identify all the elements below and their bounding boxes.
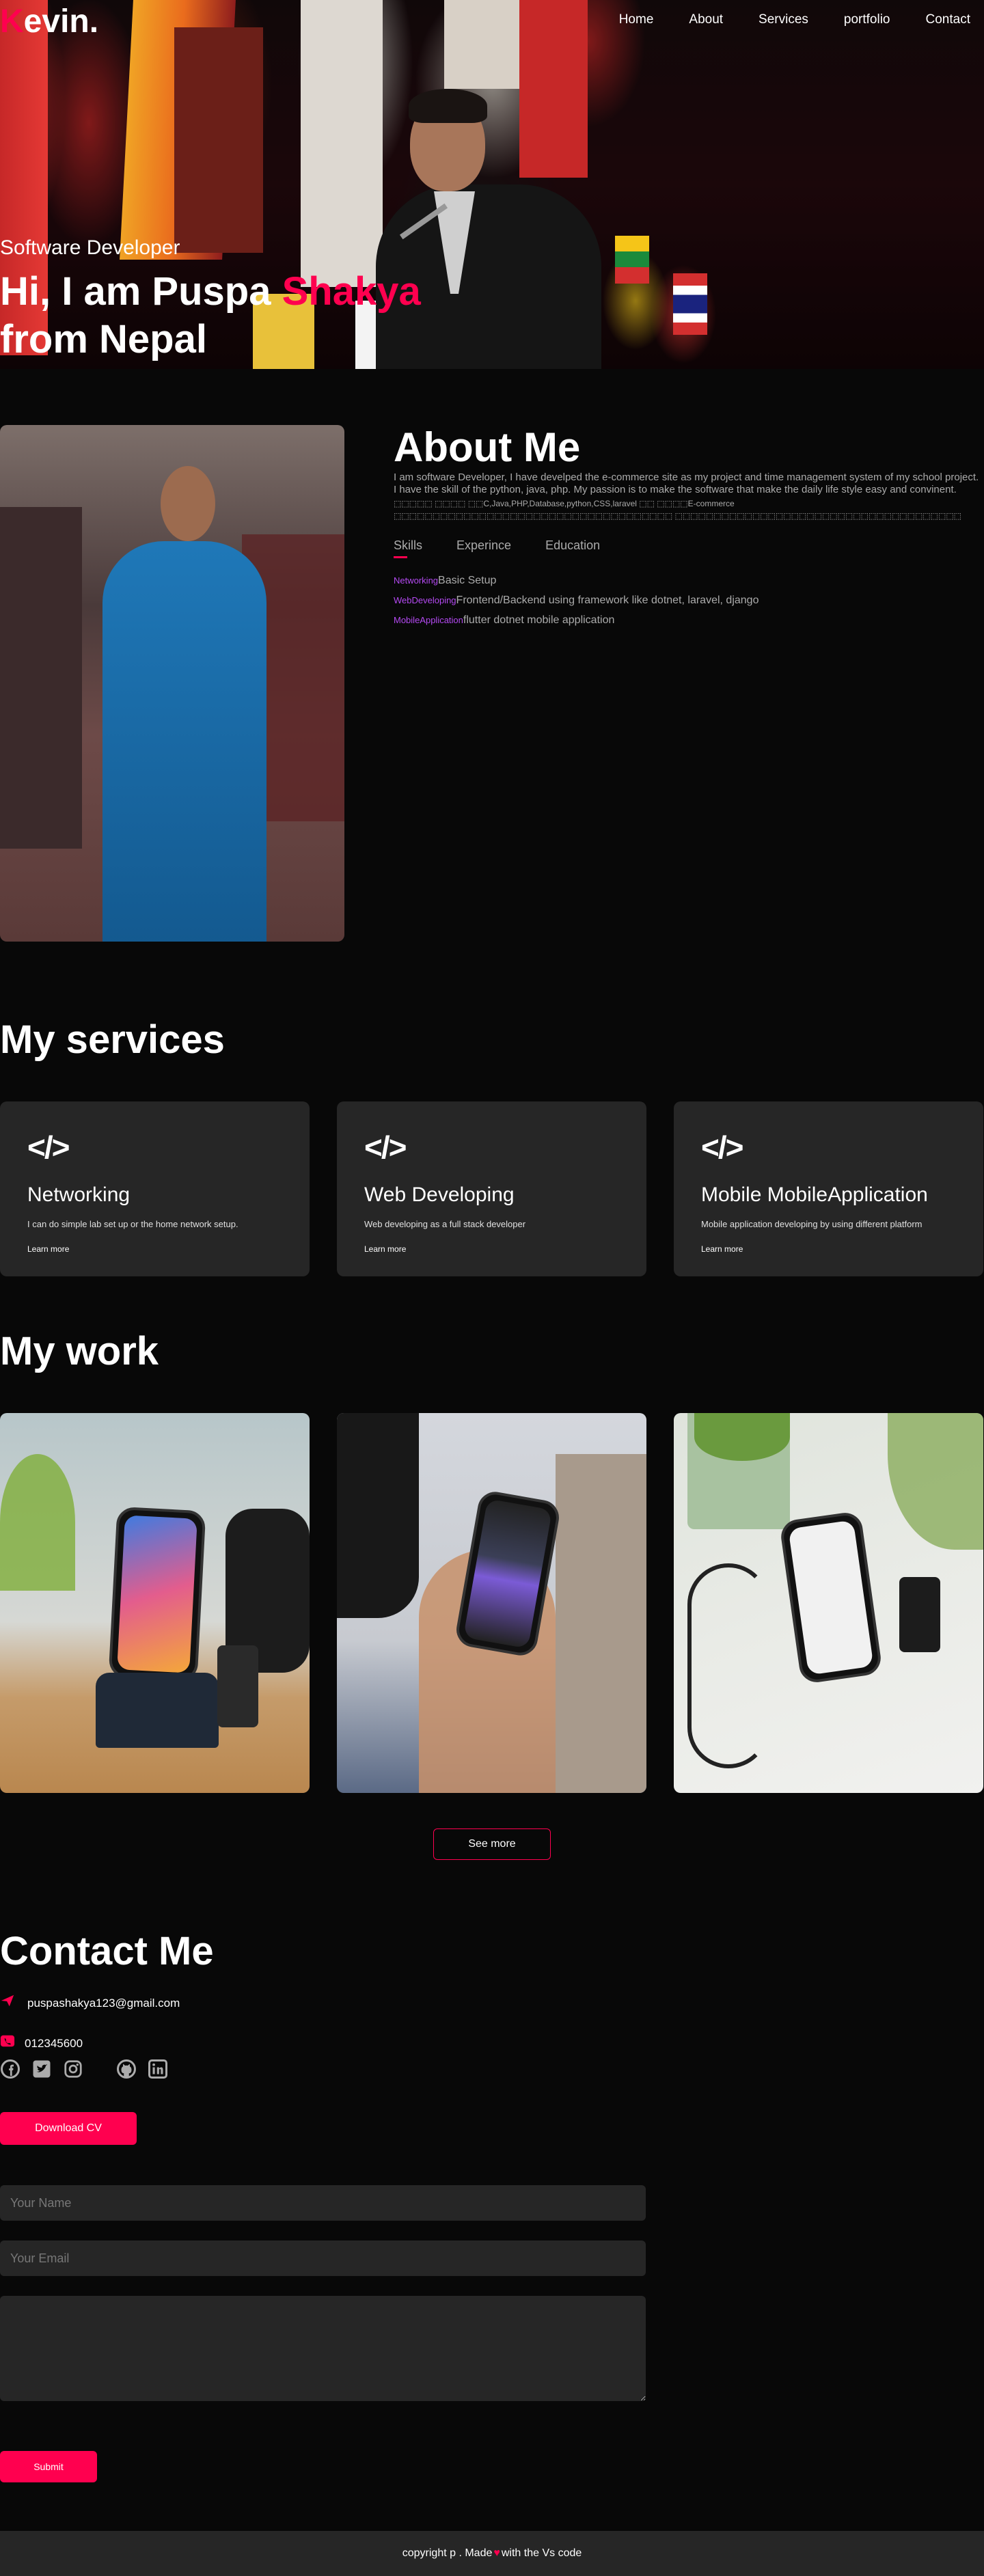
skill-tag: Networking: [394, 575, 439, 586]
skill-text: Basic Setup: [438, 575, 497, 586]
twitter-icon[interactable]: [31, 2059, 52, 2079]
tab-education[interactable]: Education: [545, 538, 600, 558]
code-icon: </>: [27, 1129, 70, 1165]
nav-link-contact[interactable]: Contact: [926, 12, 970, 27]
social-links: [0, 2059, 646, 2079]
top-nav: Kevin. Home About Services portfolio Con…: [0, 0, 984, 41]
work-gallery: [0, 1413, 984, 1793]
nav-links: Home About Services portfolio Contact: [584, 12, 970, 27]
contact-form: [0, 2185, 646, 2401]
logo[interactable]: Kevin.: [0, 3, 98, 40]
code-icon: </>: [364, 1129, 407, 1165]
skill-item: MobileApplicationflutter dotnet mobile a…: [394, 614, 984, 627]
contact-email-row: puspashakya123@gmail.com: [0, 1993, 646, 2013]
work-image-1[interactable]: [0, 1413, 310, 1793]
service-description: Mobile application developing by using d…: [701, 1219, 922, 1229]
services-grid: </> Networking I can do simple lab set u…: [0, 1101, 984, 1276]
code-icon: </>: [701, 1129, 744, 1165]
service-title: Web Developing: [364, 1183, 515, 1206]
nav-link-services[interactable]: Services: [758, 12, 808, 27]
hero-title-prefix: Hi, I am Puspa: [0, 269, 282, 314]
nav-link-portfolio[interactable]: portfolio: [844, 12, 890, 27]
message-textarea[interactable]: [0, 2296, 646, 2401]
logo-initial: K: [0, 3, 24, 40]
heart-icon: ♥: [493, 2547, 500, 2559]
footer: copyright p . Made ♥ with the Vs code: [0, 2531, 984, 2576]
hero-text: Software Developer Hi, I am Puspa Shakya…: [0, 236, 421, 364]
service-description: I can do simple lab set up or the home n…: [27, 1219, 238, 1229]
about-description: I am software Developer, I have develped…: [394, 471, 979, 495]
skill-text: flutter dotnet mobile application: [463, 614, 615, 626]
paper-plane-icon: [0, 1993, 27, 2013]
skill-text: Frontend/Backend using framework like do…: [456, 594, 759, 606]
about-title: About Me: [394, 424, 581, 470]
contact-phone[interactable]: 012345600: [25, 2037, 83, 2051]
see-more-button[interactable]: See more: [433, 1828, 551, 1860]
about-section: About Me I am software Developer, I have…: [394, 425, 984, 634]
services-title: My services: [0, 1017, 225, 1062]
footer-text-after: with the Vs code: [501, 2547, 582, 2559]
tab-skills[interactable]: Skills: [394, 538, 422, 558]
flag-decoration: [174, 27, 263, 253]
service-title: Networking: [27, 1183, 131, 1206]
skill-tag: WebDeveloping: [394, 595, 456, 605]
phone-icon: [0, 2033, 25, 2053]
github-icon[interactable]: [116, 2059, 137, 2079]
hero-title-line2: from Nepal: [0, 317, 207, 361]
service-card: </> Web Developing Web developing as a f…: [337, 1101, 646, 1276]
hero-title-accent: Shakya: [282, 269, 421, 314]
work-title: My work: [0, 1329, 159, 1373]
download-cv-button[interactable]: Download CV: [0, 2112, 137, 2145]
contact-title: Contact Me: [0, 1929, 214, 1973]
name-input[interactable]: [0, 2185, 646, 2221]
submit-button[interactable]: Submit: [0, 2451, 97, 2482]
contact-phone-row: 012345600: [0, 2033, 646, 2053]
flag-decoration: [615, 236, 649, 284]
service-description: Web developing as a full stack developer: [364, 1219, 526, 1229]
service-card: </> Mobile MobileApplication Mobile appl…: [674, 1101, 983, 1276]
flag-decoration: [673, 273, 707, 335]
skill-item: NetworkingBasic Setup: [394, 575, 984, 587]
skill-item: WebDevelopingFrontend/Backend using fram…: [394, 594, 984, 607]
footer-text: copyright p . Made: [402, 2547, 493, 2559]
skill-list: NetworkingBasic Setup WebDevelopingFront…: [394, 575, 984, 627]
about-photo: [0, 425, 344, 942]
learn-more-link[interactable]: Learn more: [27, 1244, 69, 1254]
email-input[interactable]: [0, 2241, 646, 2276]
linkedin-icon[interactable]: [148, 2059, 168, 2079]
service-title: Mobile MobileApplication: [701, 1183, 928, 1206]
hero-subtitle: Software Developer: [0, 236, 180, 259]
facebook-icon[interactable]: [0, 2059, 20, 2079]
contact-email[interactable]: puspashakya123@gmail.com: [27, 1997, 180, 2010]
tab-experience[interactable]: Experince: [456, 538, 511, 558]
service-card: </> Networking I can do simple lab set u…: [0, 1101, 310, 1276]
nav-link-about[interactable]: About: [689, 12, 723, 27]
learn-more-link[interactable]: Learn more: [364, 1244, 406, 1254]
logo-text: evin.: [23, 3, 99, 40]
learn-more-link[interactable]: Learn more: [701, 1244, 743, 1254]
work-image-3[interactable]: [674, 1413, 983, 1793]
hero-title: Hi, I am Puspa Shakya from Nepal: [0, 268, 421, 364]
about-tabs: Skills Experince Education: [394, 538, 984, 558]
contact-section: Contact Me puspashakya123@gmail.com 0123…: [0, 1928, 646, 2145]
skill-tag: MobileApplication: [394, 615, 463, 625]
about-description-line2: ⬚⬚⬚⬚⬚ ⬚⬚⬚⬚ ⬚⬚C,Java,PHP,Database,python,…: [394, 499, 961, 521]
work-image-2[interactable]: [337, 1413, 646, 1793]
instagram-icon[interactable]: [63, 2059, 83, 2079]
nav-link-home[interactable]: Home: [619, 12, 654, 27]
